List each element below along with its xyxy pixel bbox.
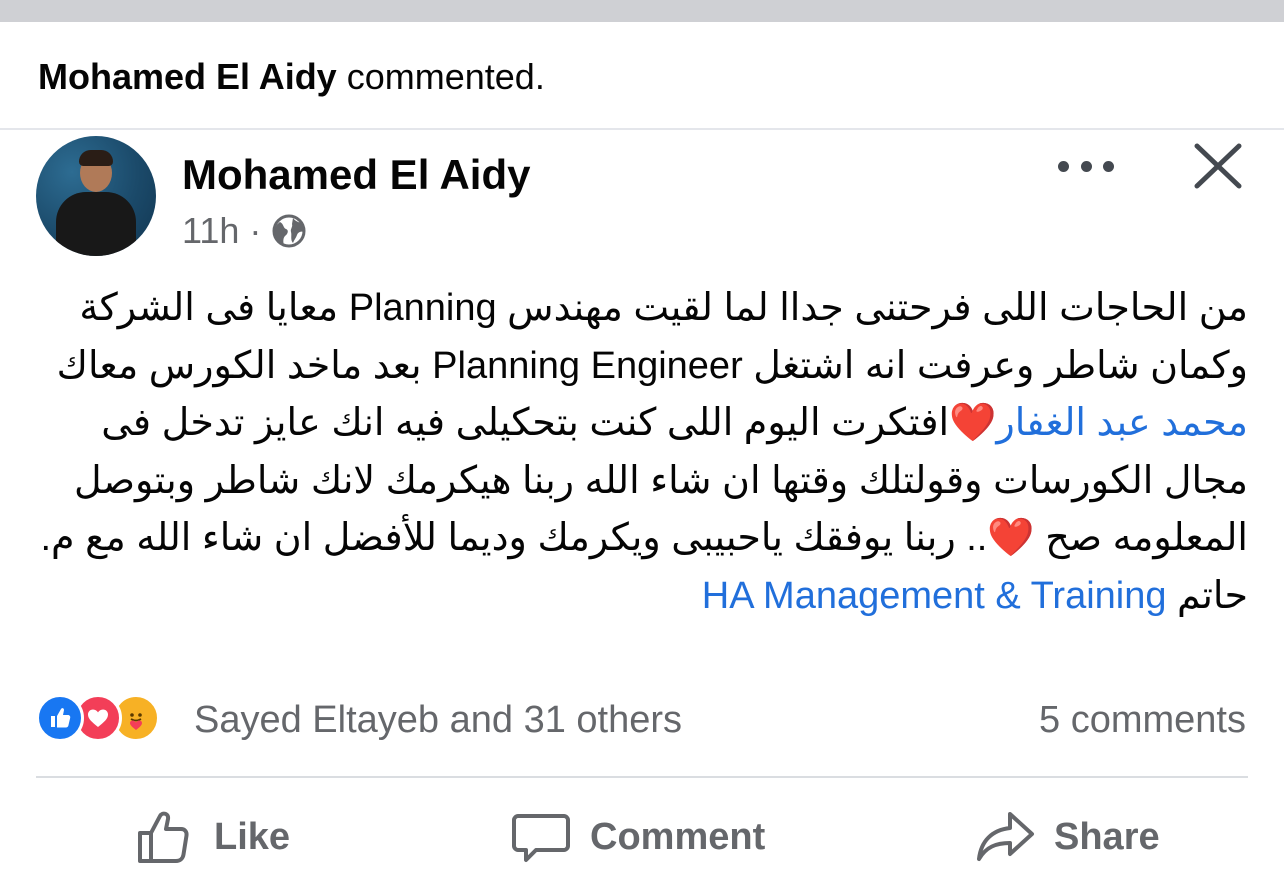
more-options-icon[interactable]: [1058, 150, 1114, 182]
share-label: Share: [1054, 815, 1160, 858]
divider: [0, 128, 1284, 130]
like-label: Like: [214, 815, 291, 858]
activity-actor[interactable]: Mohamed El Aidy: [38, 56, 337, 97]
like-button[interactable]: Like: [134, 804, 290, 870]
avatar-hair: [79, 150, 113, 166]
activity-action: commented.: [346, 56, 545, 97]
heart-emoji: ❤️: [949, 402, 997, 444]
mention-link[interactable]: محمد عبد الغفار: [996, 402, 1248, 444]
like-icon: [36, 694, 84, 742]
comment-button[interactable]: Comment: [510, 804, 765, 870]
close-icon[interactable]: [1192, 142, 1244, 190]
heart-emoji: ❤️: [987, 517, 1035, 559]
divider: [36, 776, 1248, 778]
thumbs-up-icon: [138, 811, 189, 863]
share-arrow-icon: [977, 812, 1034, 861]
post-text: من الحاجات اللى فرحتنى جداا لما لقيت مهن…: [40, 280, 1249, 625]
page-link[interactable]: HA Management & Training: [702, 575, 1167, 617]
post-time[interactable]: 11h: [182, 208, 239, 254]
comment-label: Comment: [590, 815, 766, 858]
post-text-part1: من الحاجات اللى فرحتنى جداا لما لقيت مهن…: [56, 287, 1248, 387]
comments-count[interactable]: 5 comments: [1039, 697, 1246, 743]
avatar-body: [56, 192, 136, 256]
comment-bubble-icon: [512, 814, 570, 862]
activity-header: Mohamed El Aidy commented.: [38, 54, 545, 100]
post-meta: 11h ·: [182, 208, 307, 254]
avatar[interactable]: [36, 136, 156, 256]
meta-separator: ·: [249, 210, 262, 251]
top-bar: [0, 0, 1284, 22]
reaction-icons[interactable]: [36, 694, 160, 742]
globe-icon[interactable]: [271, 213, 307, 249]
post-author[interactable]: Mohamed El Aidy: [182, 150, 531, 200]
reactions-summary[interactable]: Sayed Eltayeb and 31 others: [194, 697, 682, 743]
share-button[interactable]: Share: [974, 804, 1160, 870]
